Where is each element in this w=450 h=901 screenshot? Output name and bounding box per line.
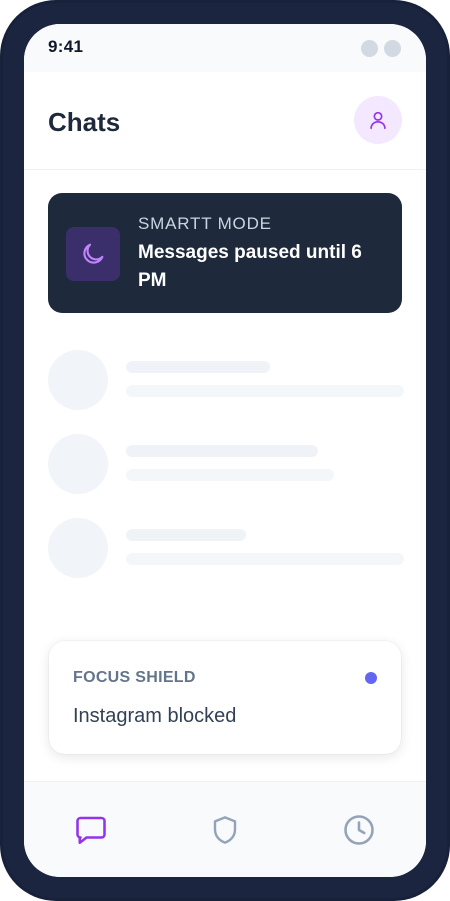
status-indicator [384, 40, 401, 57]
moon-icon [83, 243, 104, 264]
chat-bubble-icon [76, 816, 106, 845]
smart-mode-card[interactable]: SMARTT MODE Messages paused until 6 PM [48, 193, 402, 313]
shield-icon [213, 816, 237, 844]
clock-icon [344, 815, 374, 845]
skeleton-line [126, 553, 404, 565]
profile-button[interactable] [354, 96, 402, 144]
skeleton-line [126, 385, 404, 397]
focus-shield-label: FOCUS SHIELD [73, 669, 196, 686]
tab-bar [24, 781, 426, 877]
smart-mode-label: SMARTT MODE [138, 214, 272, 233]
chat-skeleton-row [48, 348, 404, 412]
tab-shield[interactable] [205, 810, 245, 850]
smart-mode-message: Messages paused until 6 PM [138, 242, 362, 291]
skeleton-line [126, 445, 318, 457]
focus-shield-status: Instagram blocked [73, 705, 237, 727]
skeleton-line [126, 529, 246, 541]
moon-icon-badge [66, 227, 120, 281]
skeleton-avatar [48, 518, 108, 578]
skeleton-line [126, 361, 270, 373]
tab-chats[interactable] [71, 810, 111, 850]
page-title: Chats [48, 107, 121, 137]
phone-frame: 9:41 Chats SMARTT MODE Messages paused u… [0, 0, 450, 901]
user-icon [370, 111, 386, 130]
skeleton-line [126, 469, 334, 481]
focus-shield-card[interactable]: FOCUS SHIELD Instagram blocked [49, 641, 401, 754]
chat-skeleton-row [48, 432, 404, 496]
status-bar: 9:41 [24, 24, 426, 72]
status-indicator [361, 40, 378, 57]
focus-shield-indicator [365, 672, 377, 684]
skeleton-avatar [48, 350, 108, 410]
phone-screen: 9:41 Chats SMARTT MODE Messages paused u… [24, 24, 426, 877]
header: Chats [24, 72, 426, 170]
skeleton-avatar [48, 434, 108, 494]
tab-history[interactable] [339, 810, 379, 850]
status-time: 9:41 [48, 37, 84, 56]
chat-skeleton-row [48, 516, 404, 580]
